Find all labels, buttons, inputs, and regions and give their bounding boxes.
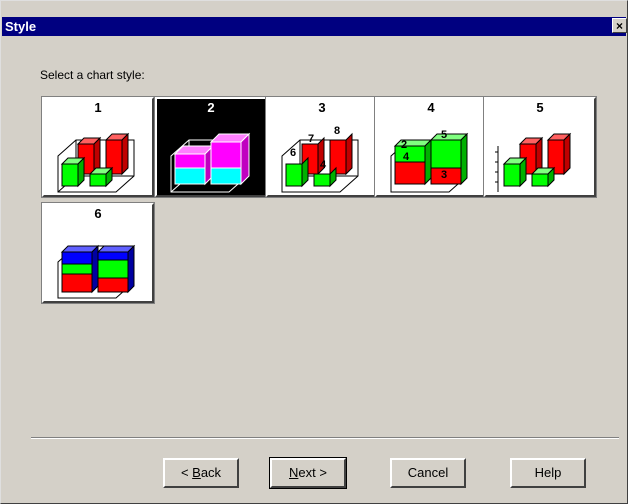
data-label: 4 — [403, 151, 410, 163]
data-label: 8 — [334, 125, 340, 137]
select-style-label: Select a chart style: — [40, 68, 145, 82]
data-label: 5 — [441, 129, 447, 141]
style-number: 5 — [536, 100, 544, 115]
chart-style-6-preview — [57, 244, 136, 299]
window-title: Style — [5, 19, 37, 34]
style-number: 6 — [94, 206, 102, 221]
style-number: 4 — [427, 100, 435, 115]
data-label: 7 — [308, 133, 314, 145]
chart-style-2[interactable]: 2 — [154, 96, 268, 198]
chart-style-2-preview — [170, 132, 251, 193]
chart-style-3-preview: 7 8 6 4 — [281, 125, 359, 193]
chart-style-4[interactable]: 4 2 5 4 3 — [374, 96, 488, 198]
close-icon[interactable]: × — [612, 18, 627, 33]
back-button[interactable]: < Back — [163, 458, 239, 488]
style-number: 3 — [318, 100, 326, 115]
chart-style-5-preview — [495, 132, 572, 192]
chart-style-6[interactable]: 6 — [41, 202, 155, 304]
chart-style-4-preview: 2 5 4 3 — [390, 129, 469, 193]
title-bar: Style × — [2, 17, 627, 36]
cancel-button[interactable]: Cancel — [390, 458, 466, 488]
data-label: 2 — [401, 139, 407, 151]
style-number: 1 — [94, 100, 102, 115]
chart-style-5[interactable]: 5 — [483, 96, 597, 198]
chart-style-1[interactable]: 1 — [41, 96, 155, 198]
next-button[interactable]: Next > — [269, 457, 347, 489]
data-label: 3 — [441, 169, 447, 181]
chart-style-1-preview — [57, 132, 135, 193]
separator — [31, 437, 619, 439]
style-number: 2 — [207, 100, 215, 115]
help-button[interactable]: Help — [510, 458, 586, 488]
chart-style-3[interactable]: 3 7 8 6 4 — [265, 96, 379, 198]
data-label: 6 — [290, 147, 296, 159]
data-label: 4 — [320, 159, 327, 171]
